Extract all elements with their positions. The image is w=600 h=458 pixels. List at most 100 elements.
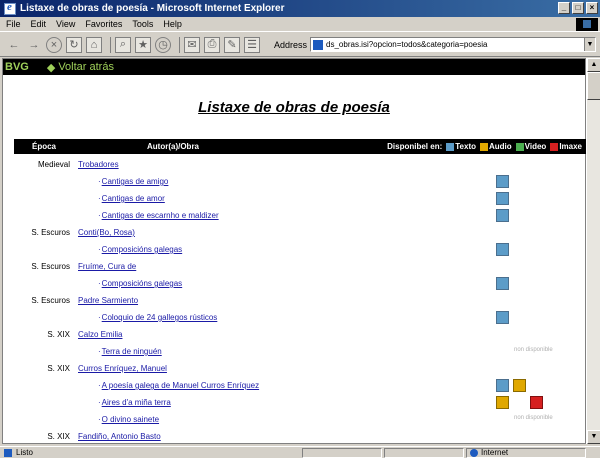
row-epoca: S. Escuros bbox=[31, 262, 70, 271]
audio-media-icon[interactable] bbox=[496, 396, 509, 409]
bullet-dash: · bbox=[98, 398, 101, 407]
vertical-scrollbar[interactable]: ▲ ▼ bbox=[586, 58, 600, 444]
forward-arrow-icon[interactable]: → bbox=[26, 37, 42, 53]
edit-icon[interactable]: ✎ bbox=[224, 36, 240, 53]
table-row: S. Escuros Padre Sarmiento bbox=[14, 292, 586, 309]
legend-swatch-audio bbox=[480, 142, 488, 151]
table-row: ·Cantigas de amor bbox=[14, 190, 586, 207]
discuss-icon[interactable]: ☰ bbox=[244, 36, 260, 53]
author-link[interactable]: Padre Sarmiento bbox=[78, 296, 138, 305]
texto-media-icon[interactable] bbox=[496, 379, 509, 392]
author-link[interactable]: Trobadores bbox=[78, 160, 119, 169]
home-icon[interactable]: ⌂ bbox=[86, 36, 102, 53]
menu-tools[interactable]: Tools bbox=[132, 19, 153, 29]
availability-marks bbox=[496, 209, 509, 222]
menu-file[interactable]: File bbox=[6, 19, 21, 29]
bullet-dash: · bbox=[98, 313, 101, 322]
print-icon[interactable]: ⎙ bbox=[204, 36, 220, 53]
maximize-button[interactable]: □ bbox=[572, 2, 584, 14]
author-link[interactable]: Fruíme, Cura de bbox=[78, 262, 136, 271]
address-dropdown-icon[interactable]: ▼ bbox=[584, 38, 595, 51]
close-button[interactable]: × bbox=[586, 2, 598, 14]
toolbar: ← → × ↻ ⌂ ⌕ ★ ◷ ✉ ⎙ ✎ ☰ Address ds_obras… bbox=[0, 33, 600, 57]
status-panel bbox=[302, 447, 382, 458]
availability-marks bbox=[496, 277, 509, 290]
legend-swatch-texto bbox=[446, 142, 455, 151]
menu-edit[interactable]: Edit bbox=[31, 19, 47, 29]
texto-media-icon[interactable] bbox=[496, 192, 509, 205]
row-epoca: S. XIX bbox=[47, 432, 70, 441]
window-title: Listaxe de obras de poesía - Microsoft I… bbox=[20, 3, 285, 14]
menu-help[interactable]: Help bbox=[163, 19, 182, 29]
browser-window: Listaxe de obras de poesía - Microsoft I… bbox=[0, 0, 600, 458]
bullet-dash: · bbox=[98, 381, 101, 390]
work-link[interactable]: Composicións galegas bbox=[102, 245, 183, 254]
availability-marks bbox=[496, 243, 509, 256]
favorites-icon[interactable]: ★ bbox=[135, 36, 151, 53]
toolbar-separator bbox=[110, 36, 111, 53]
header-epoca: Época bbox=[31, 142, 56, 151]
author-cell: Conti(Bo, Rosa) bbox=[78, 228, 135, 237]
work-cell: ·Cantigas de escarnho e maldizer bbox=[98, 211, 219, 220]
author-cell: Padre Sarmiento bbox=[78, 296, 138, 305]
texto-media-icon[interactable] bbox=[496, 243, 509, 256]
texto-media-icon[interactable] bbox=[496, 209, 509, 222]
work-link[interactable]: Cantigas de amigo bbox=[102, 177, 169, 186]
scroll-down-icon[interactable]: ▼ bbox=[587, 430, 600, 444]
window-controls: _ □ × bbox=[558, 2, 598, 14]
availability-marks bbox=[496, 379, 526, 392]
address-label: Address bbox=[274, 39, 308, 50]
work-cell: ·Composicións galegas bbox=[98, 279, 182, 288]
work-link[interactable]: A poesía galega de Manuel Curros Enríque… bbox=[102, 381, 259, 390]
audio-media-icon[interactable] bbox=[513, 379, 526, 392]
availability-marks bbox=[496, 192, 509, 205]
texto-media-icon[interactable] bbox=[496, 175, 509, 188]
table-row: S. XIX Curros Enríquez, Manuel bbox=[14, 360, 586, 377]
status-bar: Listo Internet bbox=[0, 446, 600, 458]
stop-icon[interactable]: × bbox=[46, 36, 62, 53]
table-row: S. Escuros Fruíme, Cura de bbox=[14, 258, 586, 275]
work-cell: ·Cantigas de amor bbox=[98, 194, 165, 203]
availability-marks bbox=[496, 175, 509, 188]
work-link[interactable]: Composicións galegas bbox=[102, 279, 183, 288]
document-icon bbox=[4, 448, 12, 457]
back-link[interactable]: Voltar atrás bbox=[58, 61, 114, 73]
scroll-thumb[interactable] bbox=[587, 72, 600, 100]
title-bar: Listaxe de obras de poesía - Microsoft I… bbox=[0, 0, 600, 17]
menu-favorites[interactable]: Favorites bbox=[85, 19, 122, 29]
work-link[interactable]: Coloquio de 24 gallegos rústicos bbox=[102, 313, 218, 322]
texto-media-icon[interactable] bbox=[496, 277, 509, 290]
legend-swatch-imaxe bbox=[550, 142, 559, 151]
author-link[interactable]: Fandiño, Antonio Basto bbox=[78, 432, 161, 441]
refresh-icon[interactable]: ↻ bbox=[66, 36, 82, 53]
table-row: ·Aires d'a miña terra bbox=[14, 394, 586, 411]
legend-label-video: Video bbox=[524, 142, 547, 151]
work-link[interactable]: Aires d'a miña terra bbox=[102, 398, 171, 407]
minimize-button[interactable]: _ bbox=[558, 2, 570, 14]
work-link[interactable]: O divino sainete bbox=[102, 415, 159, 424]
address-bar[interactable]: ds_obras.isi?opcion=todos&categoria=poes… bbox=[310, 37, 596, 52]
work-link[interactable]: Terra de ninguén bbox=[102, 347, 162, 356]
imaxe-media-icon[interactable] bbox=[530, 396, 543, 409]
not-available-text: non disponible bbox=[514, 347, 553, 353]
author-link[interactable]: Curros Enríquez, Manuel bbox=[78, 364, 167, 373]
work-link[interactable]: Cantigas de escarnho e maldizer bbox=[102, 211, 219, 220]
table-row: ·O divino sainete non disponible bbox=[14, 411, 586, 428]
history-icon[interactable]: ◷ bbox=[155, 36, 171, 53]
table-row: ·Composicións galegas bbox=[14, 241, 586, 258]
back-arrow-icon[interactable]: ← bbox=[6, 37, 22, 53]
page-title: Listaxe de obras de poesía bbox=[198, 99, 390, 116]
texto-media-icon[interactable] bbox=[496, 311, 509, 324]
author-link[interactable]: Calzo Emilia bbox=[78, 330, 122, 339]
bullet-dash: · bbox=[98, 347, 101, 356]
author-link[interactable]: Conti(Bo, Rosa) bbox=[78, 228, 135, 237]
mail-icon[interactable]: ✉ bbox=[184, 36, 200, 53]
search-icon[interactable]: ⌕ bbox=[115, 36, 131, 53]
work-cell: ·Composicións galegas bbox=[98, 245, 182, 254]
bvg-link[interactable]: BVG bbox=[5, 61, 29, 73]
work-cell: ·Cantigas de amigo bbox=[98, 177, 168, 186]
menu-view[interactable]: View bbox=[56, 19, 75, 29]
row-epoca: S. XIX bbox=[47, 364, 70, 373]
work-link[interactable]: Cantigas de amor bbox=[102, 194, 165, 203]
scroll-up-icon[interactable]: ▲ bbox=[587, 58, 600, 72]
